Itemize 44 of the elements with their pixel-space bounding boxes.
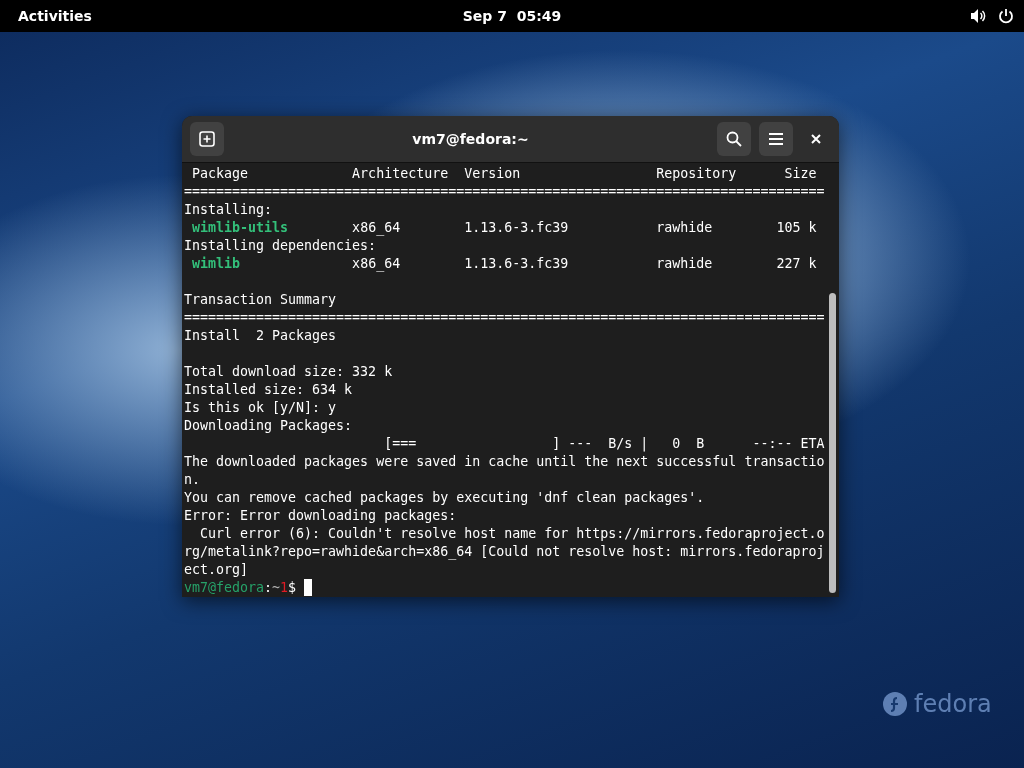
menu-icon	[768, 132, 784, 146]
terminal-text: Installing:	[184, 201, 273, 219]
terminal-text: Total download size: 332 k	[184, 363, 393, 381]
fedora-wordmark: fedora	[914, 690, 992, 718]
terminal-text: :	[264, 579, 273, 597]
terminal-text: n.	[184, 471, 200, 489]
activities-button[interactable]: Activities	[18, 8, 92, 24]
terminal-text: Downloading Packages:	[184, 417, 353, 435]
package-name: wimlib-utils	[191, 219, 289, 237]
terminal-text: [=== ] --- B/s | 0 B --:-- ETA	[383, 435, 825, 453]
prompt-path: ~	[272, 579, 281, 597]
fedora-logo-icon	[882, 691, 908, 717]
search-button[interactable]	[717, 122, 751, 156]
terminal-text: You can remove cached packages by executing 'dnf clean packages'.	[184, 489, 705, 507]
terminal-text: Curl error (6): Couldn't resolve host name for https://mirrors.fedoraproject.o	[199, 525, 825, 543]
terminal-text: Transaction Summary	[184, 291, 337, 309]
terminal-text: $	[288, 579, 298, 597]
window-title: vm7@fedora:~	[411, 131, 530, 147]
terminal-text: Error: Error downloading packages:	[184, 507, 457, 525]
plus-square-icon	[199, 131, 215, 147]
scrollbar-thumb[interactable]	[829, 293, 836, 593]
volume-icon[interactable]	[970, 8, 986, 24]
terminal-text: Install 2 Packages	[184, 327, 337, 345]
cursor	[304, 579, 313, 596]
clock[interactable]: Sep 7 05:49	[462, 8, 562, 24]
terminal-text: Installing dependencies:	[184, 237, 377, 255]
terminal-text: Package Architecture Version Repository Size	[191, 165, 817, 183]
close-icon	[811, 134, 821, 144]
menu-button[interactable]	[759, 122, 793, 156]
terminal-text: x86_64 1.13.6-3.fc39 rawhide 227 k	[351, 255, 817, 273]
terminal-text: The downloaded packages were saved in cache until the next successful transactio	[184, 453, 825, 471]
power-icon[interactable]	[998, 8, 1014, 24]
exit-status: 1	[280, 579, 289, 597]
terminal-text: Installed size: 634 k	[184, 381, 353, 399]
terminal-text: ect.org]	[184, 561, 249, 579]
terminal-text: rg/metalink?repo=rawhide&arch=x86_64 [Could not resolve host: mirrors.fedoraproj	[184, 543, 825, 561]
new-tab-button[interactable]	[190, 122, 224, 156]
terminal-text: Is this ok [y/N]: y	[184, 399, 337, 417]
terminal-text: ================================================================================	[184, 309, 825, 327]
package-name: wimlib	[191, 255, 241, 273]
prompt-user: vm7@fedora	[184, 579, 265, 597]
terminal-text: ================================================================================	[184, 183, 825, 201]
terminal-text: x86_64 1.13.6-3.fc39 rawhide 105 k	[351, 219, 817, 237]
search-icon	[726, 131, 742, 147]
